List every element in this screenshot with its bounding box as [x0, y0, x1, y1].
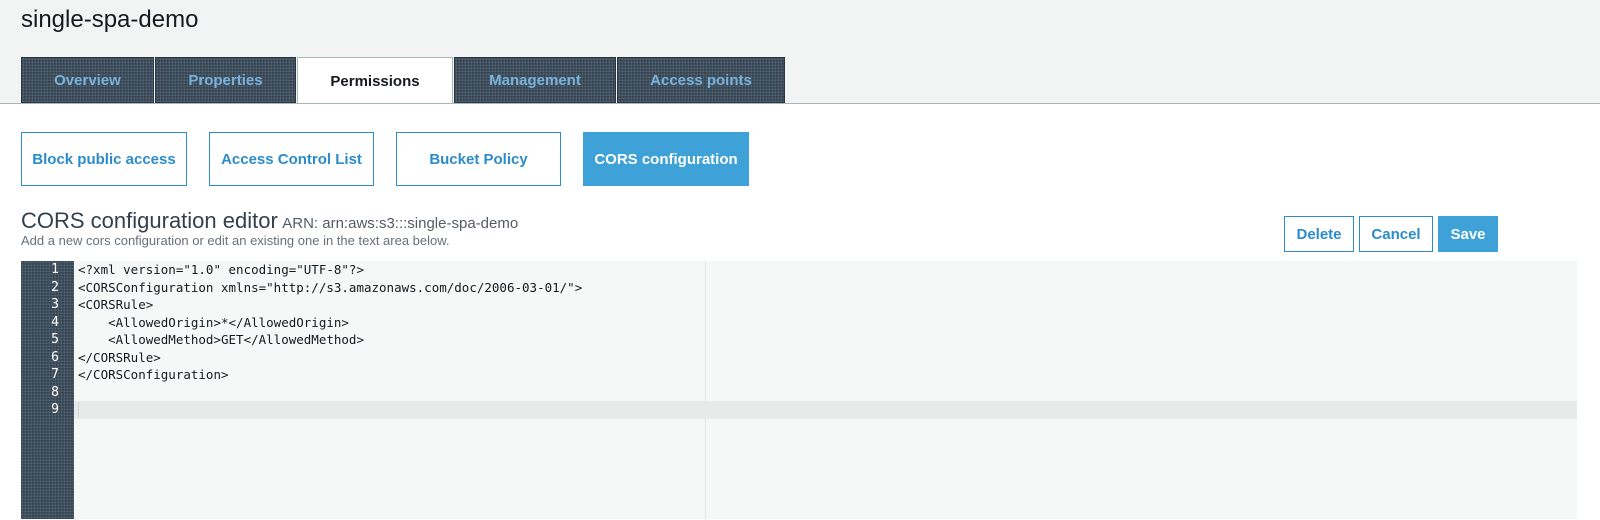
- line-number: 3: [51, 297, 59, 312]
- editor-arn: ARN: arn:aws:s3:::single-spa-demo: [282, 215, 519, 232]
- subtab-access-control-list[interactable]: Access Control List: [209, 132, 374, 186]
- code-text-area[interactable]: <?xml version="1.0" encoding="UTF-8"?> <…: [78, 261, 582, 419]
- tab-permissions[interactable]: Permissions: [297, 57, 453, 105]
- line-number: 9: [51, 402, 59, 417]
- tab-properties[interactable]: Properties: [155, 57, 296, 103]
- line-number: 1: [51, 262, 59, 277]
- bucket-title: single-spa-demo: [21, 6, 199, 33]
- code-line[interactable]: <CORSRule>: [78, 296, 582, 314]
- code-line[interactable]: <AllowedMethod>GET</AllowedMethod>: [78, 331, 582, 349]
- editor-heading: CORS configuration editor ARN: arn:aws:s…: [21, 208, 518, 234]
- code-line[interactable]: [78, 401, 582, 419]
- code-line[interactable]: <CORSConfiguration xmlns="http://s3.amaz…: [78, 279, 582, 297]
- code-line[interactable]: <AllowedOrigin>*</AllowedOrigin>: [78, 314, 582, 332]
- code-line[interactable]: </CORSConfiguration>: [78, 366, 582, 384]
- subtab-block-public-access[interactable]: Block public access: [21, 132, 187, 186]
- line-number: 8: [51, 384, 59, 400]
- line-number: 5: [51, 332, 59, 347]
- editor-actions: Delete Cancel Save: [1284, 216, 1498, 252]
- print-margin: [705, 261, 706, 519]
- text-cursor: [78, 402, 79, 418]
- code-line[interactable]: <?xml version="1.0" encoding="UTF-8"?>: [78, 261, 582, 279]
- line-number: 7: [51, 367, 59, 382]
- editor-description: Add a new cors configuration or edit an …: [21, 233, 450, 248]
- bucket-tabs: Overview Properties Permissions Manageme…: [21, 57, 786, 105]
- code-line[interactable]: </CORSRule>: [78, 349, 582, 367]
- line-number-gutter: 1 2 3 4 5 6 7 8 9: [21, 261, 74, 519]
- permissions-subtabs: Block public access Access Control List …: [21, 132, 771, 186]
- subtab-cors-configuration[interactable]: CORS configuration: [583, 132, 749, 186]
- line-number: 6: [51, 349, 59, 365]
- code-line[interactable]: [78, 384, 582, 402]
- cors-code-editor[interactable]: 1 2 3 4 5 6 7 8 9 <?xml version="1.0" en…: [21, 261, 1577, 519]
- save-button[interactable]: Save: [1438, 216, 1498, 252]
- delete-button[interactable]: Delete: [1284, 216, 1354, 252]
- line-number: 2: [51, 279, 59, 295]
- editor-title: CORS configuration editor: [21, 208, 278, 233]
- tab-management[interactable]: Management: [454, 57, 616, 103]
- line-number: 4: [51, 314, 59, 330]
- cancel-button[interactable]: Cancel: [1359, 216, 1433, 252]
- tab-overview[interactable]: Overview: [21, 57, 154, 103]
- subtab-bucket-policy[interactable]: Bucket Policy: [396, 132, 561, 186]
- tab-access-points[interactable]: Access points: [617, 57, 785, 103]
